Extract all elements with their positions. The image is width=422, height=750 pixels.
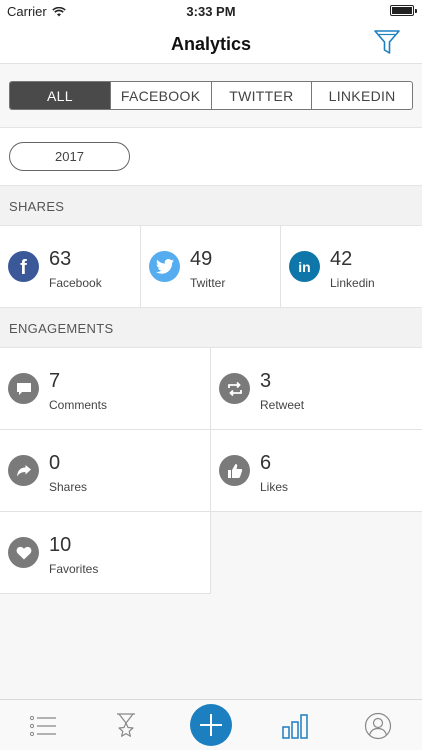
share-arrow-icon <box>8 455 39 486</box>
svg-text:in: in <box>298 259 310 275</box>
share-card-facebook[interactable]: f 63 Facebook <box>0 226 141 308</box>
tab-bar <box>0 699 422 750</box>
retweet-icon <box>219 373 250 404</box>
twitter-share-label: Twitter <box>190 276 226 290</box>
year-selector-button[interactable]: 2017 <box>9 142 130 171</box>
linkedin-icon: in <box>289 251 320 282</box>
navigation-bar: Analytics <box>0 22 422 64</box>
status-time: 3:33 PM <box>186 4 236 19</box>
facebook-share-label: Facebook <box>49 276 102 290</box>
hourglass-star-icon <box>117 713 135 737</box>
network-segmented-control: ALL FACEBOOK TWITTER LINKEDIN <box>9 81 413 110</box>
linkedin-share-label: Linkedin <box>330 276 375 290</box>
segment-all[interactable]: ALL <box>10 82 111 109</box>
tab-scheduled[interactable] <box>110 710 142 742</box>
engagement-card-favorites[interactable]: 10 Favorites <box>0 512 211 594</box>
engagements-section-header: ENGAGEMENTS <box>0 307 422 348</box>
engagement-card-comments[interactable]: 7 Comments <box>0 348 211 430</box>
analytics-bars-icon <box>282 714 308 739</box>
likes-count: 6 <box>260 452 272 474</box>
battery-icon <box>390 5 417 16</box>
segment-facebook[interactable]: FACEBOOK <box>111 82 212 109</box>
engagement-card-likes[interactable]: 6 Likes <box>211 430 422 512</box>
shares-count: 0 <box>49 452 61 474</box>
facebook-share-count: 63 <box>49 248 72 270</box>
filter-funnel-icon <box>374 30 400 54</box>
status-bar: Carrier 3:33 PM <box>0 0 422 22</box>
retweet-label: Retweet <box>260 398 305 412</box>
facebook-icon: f <box>8 251 39 282</box>
shares-label: Shares <box>49 480 88 494</box>
twitter-share-count: 49 <box>190 248 213 270</box>
engagement-card-retweet[interactable]: 3 Retweet <box>211 348 422 430</box>
comments-label: Comments <box>49 398 108 412</box>
list-icon <box>29 715 56 737</box>
segment-linkedin[interactable]: LINKEDIN <box>312 82 412 109</box>
profile-icon <box>364 712 392 740</box>
retweet-count: 3 <box>260 370 272 392</box>
comments-count: 7 <box>49 370 61 392</box>
filter-button[interactable] <box>372 27 402 57</box>
engagement-card-shares[interactable]: 0 Shares <box>0 430 211 512</box>
segment-twitter[interactable]: TWITTER <box>212 82 313 109</box>
add-icon <box>200 714 222 736</box>
share-card-linkedin[interactable]: in 42 Linkedin <box>281 226 422 308</box>
add-post-button[interactable] <box>190 704 232 746</box>
favorites-count: 10 <box>49 534 72 556</box>
thumbs-up-icon <box>219 455 250 486</box>
share-card-twitter[interactable]: 49 Twitter <box>141 226 281 308</box>
page-title: Analytics <box>170 34 252 54</box>
year-filter-area: 2017 <box>0 127 422 185</box>
comment-icon <box>8 373 39 404</box>
tab-list[interactable] <box>27 710 59 742</box>
shares-section-header: SHARES <box>0 185 422 226</box>
favorites-label: Favorites <box>49 562 99 576</box>
svg-text:f: f <box>20 257 27 279</box>
heart-icon <box>8 537 39 568</box>
tab-profile[interactable] <box>362 710 394 742</box>
twitter-icon <box>149 251 180 282</box>
tab-analytics[interactable] <box>279 710 311 742</box>
linkedin-share-count: 42 <box>330 248 353 270</box>
likes-label: Likes <box>260 480 289 494</box>
